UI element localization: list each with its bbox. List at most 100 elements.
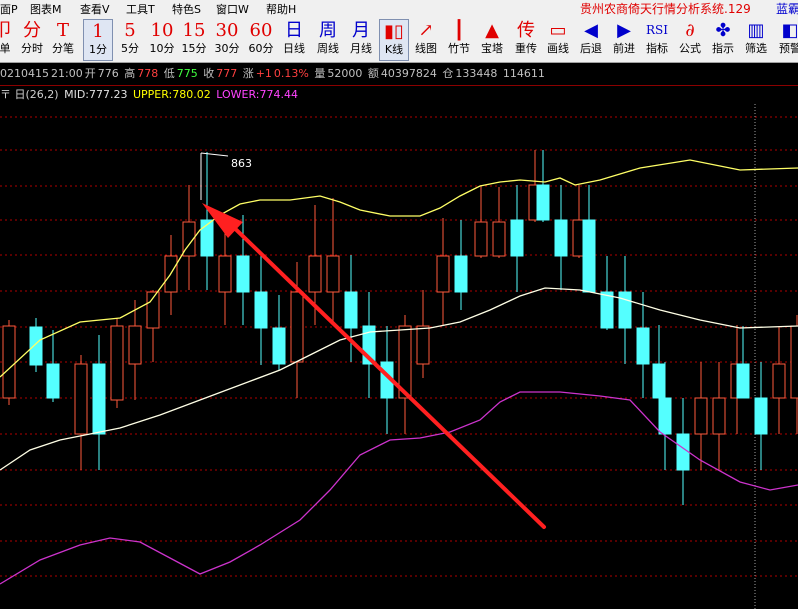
low-value: 775 — [176, 67, 198, 80]
toolbar-button-14[interactable]: ┃ 竹节 — [445, 19, 473, 59]
toolbar-button-7[interactable]: 30 30分 — [212, 19, 242, 59]
toolbar-label-3: 1分 — [89, 43, 107, 56]
toolbar-label-17: 画线 — [547, 42, 569, 55]
candlestick-chart[interactable]: 863 — [0, 104, 798, 609]
candle-body — [344, 291, 358, 329]
toolbar-label-22: 指示 — [712, 42, 734, 55]
toolbar-label-14: 竹节 — [448, 42, 470, 55]
toolbar-button-1[interactable]: 分分时 — [18, 19, 46, 59]
menu-item-0[interactable]: 面P — [0, 1, 18, 17]
toolbar-icon-10: 周 — [319, 20, 337, 41]
alert-icon: ◧ — [781, 20, 798, 41]
low-label: 低 — [163, 67, 175, 80]
toolbar-button-2[interactable]: T 分笔 — [49, 19, 77, 59]
toolbar-button-21[interactable]: ∂ 公式 — [676, 19, 704, 59]
toolbar-label-8: 60分 — [248, 42, 274, 55]
tower-icon: ▲ — [485, 20, 499, 41]
candle-body — [658, 397, 672, 435]
menu-item-3[interactable]: 工具T — [126, 1, 155, 17]
candle-body — [128, 325, 142, 365]
forward-icon: ▶ — [617, 20, 631, 41]
candle-body — [510, 219, 524, 257]
line-chart-icon: ↗ — [418, 20, 434, 41]
candle-body — [29, 326, 43, 366]
quote-info-bar: 0210415 21:00 开 776 高 778 低 775 收 777 涨 +1 0.13%… — [0, 63, 798, 86]
toolbar-label-7: 30分 — [214, 42, 240, 55]
menu-item-4[interactable]: 特色S — [172, 1, 201, 17]
menu-item-2[interactable]: 查看V — [80, 1, 110, 17]
oi-extra-value: 114611 — [502, 67, 545, 80]
candle-body — [254, 291, 268, 329]
toolbar-button-13[interactable]: ↗ 线图 — [412, 19, 440, 59]
toolbar-label-15: 宝塔 — [481, 42, 503, 55]
toolbar-label-5: 10分 — [149, 42, 175, 55]
candle-body — [218, 255, 232, 293]
upper-value: UPPER:780.02 — [132, 88, 211, 101]
toolbar-button-16[interactable]: 传重传 — [511, 19, 541, 59]
toolbar-icon-3: 1 — [92, 21, 104, 42]
toolbar-button-8[interactable]: 60 60分 — [246, 19, 276, 59]
candle-body — [736, 363, 750, 399]
toolbar-button-5[interactable]: 10 10分 — [148, 19, 176, 59]
toolbar-button-18[interactable]: ◀ 后退 — [577, 19, 605, 59]
toolbar-icon-8: 60 — [249, 20, 273, 41]
toolbar-icon-7: 30 — [215, 20, 239, 41]
candle-body — [754, 397, 768, 435]
toolbar-button-15[interactable]: ▲ 宝塔 — [478, 19, 506, 59]
toolbar-label-24: 预警 — [779, 42, 798, 55]
toolbar-label-2: 分笔 — [52, 42, 74, 55]
toolbar-button-9[interactable]: 日日线 — [280, 19, 308, 59]
toolbar-button-10[interactable]: 周周线 — [313, 19, 343, 59]
candle-body — [536, 184, 550, 221]
change-label: 涨 — [242, 67, 254, 80]
toolbar-label-13: 线图 — [415, 42, 437, 55]
menu-item-1[interactable]: 图表M — [30, 1, 62, 17]
indicator-info-bar: 〒 日(26,2) MID:777.23 UPPER:780.02 LOWER:… — [0, 86, 798, 104]
quote-time: 21:00 — [51, 67, 83, 80]
lower-value: LOWER:774.44 — [216, 88, 298, 101]
candle-body — [308, 255, 322, 293]
candle-body — [236, 255, 250, 293]
candle-body — [326, 255, 340, 293]
single-icon: 卩 — [0, 20, 14, 41]
high-label: 高 — [124, 67, 136, 80]
candle-body — [790, 325, 798, 399]
toolbar-icon-5: 10 — [150, 20, 174, 41]
change-value: +1 — [255, 67, 272, 80]
toolbar-button-0[interactable]: 卩单 — [0, 19, 16, 59]
toolbar-label-10: 周线 — [317, 42, 339, 55]
toolbar-button-20[interactable]: RSI 指标 — [643, 19, 671, 59]
toolbar-button-11[interactable]: 月月线 — [346, 19, 376, 59]
timeshare-icon: 分 — [23, 20, 41, 41]
candle-body — [74, 363, 88, 435]
toolbar-label-9: 日线 — [283, 42, 305, 55]
toolbar-button-12[interactable]: ▮▯ K线 — [379, 19, 409, 61]
toolbar-button-22[interactable]: ✤ 指示 — [709, 19, 737, 59]
menu-item-6[interactable]: 帮助H — [266, 1, 296, 17]
toolbar-label-4: 5分 — [121, 42, 139, 55]
candle-body — [694, 397, 708, 435]
candlestick-icon: ▮▯ — [384, 21, 404, 42]
toolbar-label-21: 公式 — [679, 42, 701, 55]
quote-date: 0210415 — [0, 67, 49, 80]
toolbar-button-19[interactable]: ▶ 前进 — [610, 19, 638, 59]
toolbar-button-24[interactable]: ◧ 预警 — [776, 19, 798, 59]
candle-body — [454, 255, 468, 293]
candle-body — [416, 325, 430, 365]
toolbar-button-3[interactable]: 1 1分 — [83, 19, 113, 61]
toolbar-label-19: 前进 — [613, 42, 635, 55]
candle-body — [618, 291, 632, 329]
candle-body — [772, 363, 786, 399]
candle-body — [492, 221, 506, 257]
toolbar-button-23[interactable]: ▥ 筛选 — [742, 19, 770, 59]
hint-icon: ✤ — [715, 20, 731, 41]
mid-value: MID:777.23 — [64, 88, 128, 101]
candle-body — [712, 397, 726, 435]
toolbar-button-4[interactable]: 5 5分 — [116, 19, 144, 59]
candle-body — [110, 325, 124, 401]
menu-item-5[interactable]: 窗口W — [216, 1, 249, 17]
candle-body — [92, 363, 106, 435]
candle-body — [600, 291, 614, 329]
toolbar-button-6[interactable]: 15 15分 — [180, 19, 208, 59]
toolbar-button-17[interactable]: ▭ 画线 — [544, 19, 572, 59]
